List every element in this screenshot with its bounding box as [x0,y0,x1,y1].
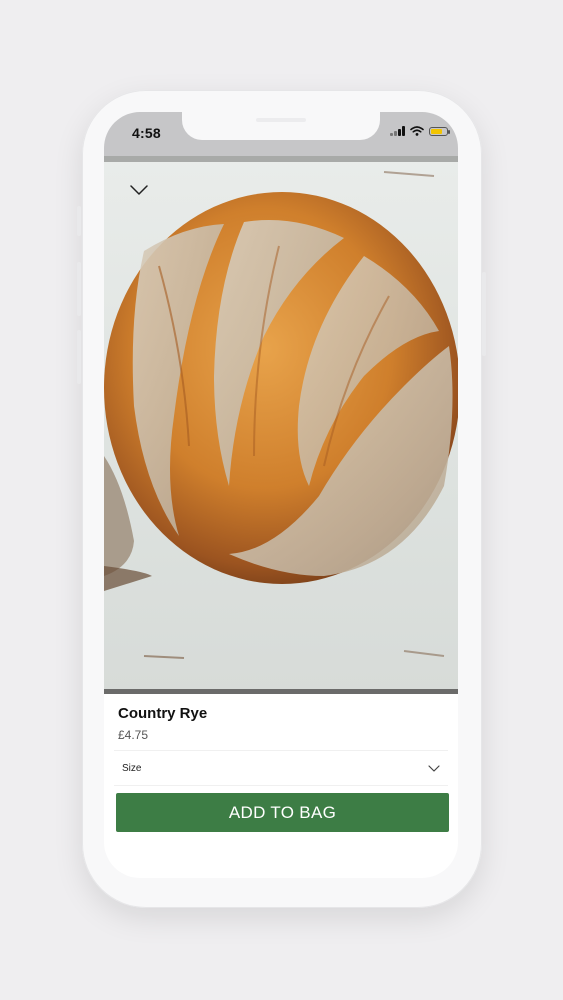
status-bar: 4:58 [104,112,458,156]
power-button [482,272,486,356]
status-icons [390,126,450,136]
product-name: Country Rye [118,705,208,722]
volume-up-button [77,262,81,316]
volume-down-button [77,330,81,384]
cellular-signal-icon [390,126,405,136]
notch [182,112,380,140]
battery-icon [429,126,450,136]
collapse-button[interactable] [126,180,152,200]
add-to-bag-button[interactable]: ADD TO BAG [116,793,449,832]
chevron-down-icon [428,764,440,772]
product-image [104,156,458,694]
product-price: £4.75 [118,728,149,742]
size-select[interactable]: Size [114,750,448,786]
mute-switch [77,206,81,236]
bread-loaf-image [104,171,458,659]
size-label: Size [122,762,142,774]
chevron-down-icon [130,185,148,195]
status-time: 4:58 [132,125,161,141]
wifi-icon [410,126,424,136]
app-screen: 4:58 Country Rye £4.75 Size ADD TO BAG [104,112,458,878]
